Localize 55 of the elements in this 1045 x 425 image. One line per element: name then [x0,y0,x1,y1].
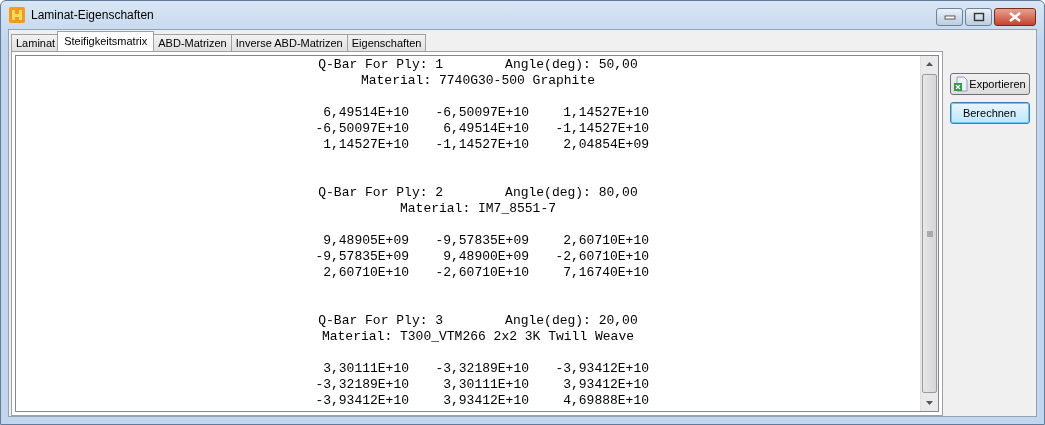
material-label: Material: 7740G30-500 Graphite [359,73,595,89]
material-label: Material: IM7_8551-7 [399,201,556,217]
scroll-up-icon[interactable] [926,62,933,66]
matrix-value: 3,93412E+10 [563,377,649,393]
tab[interactable]: Eigenschaften [346,34,427,51]
spreadsheet-icon [953,76,970,92]
matrix-value: -1,14527E+10 [555,121,649,137]
matrix-value: 9,48900E+09 [443,249,529,265]
matrix-value: -2,60710E+10 [435,265,529,281]
tab[interactable]: ABD-Matrizen [153,34,232,51]
tab[interactable]: Steifigkeitsmatrix [57,31,155,51]
matrix-value: 3,30111E+10 [443,377,529,393]
minimize-icon [943,14,956,20]
angle-label: Angle(deg): 50,00 [505,57,638,73]
matrix-value: 6,49514E+10 [323,105,409,121]
ply-heading: Q-Bar For Ply: 2 [318,185,444,201]
matrix-value: -2,60710E+10 [555,249,649,265]
app-icon [9,7,25,23]
maximize-icon [972,12,985,22]
matrix-value: 4,69888E+10 [563,393,649,409]
grip-icon [926,230,933,237]
matrix-value: 2,60710E+10 [323,265,409,281]
matrix-value: -3,93412E+10 [555,361,649,377]
angle-label: Angle(deg): 20,00 [505,313,638,329]
scrollbar[interactable] [920,56,938,411]
matrix-value: -6,50097E+10 [315,121,409,137]
matrix-value: -9,57835E+09 [435,233,529,249]
angle-label: Angle(deg): 80,00 [505,185,638,201]
matrix-value: -9,57835E+09 [315,249,409,265]
matrix-value: 3,30111E+10 [323,361,409,377]
window-title: Laminat-Eigenschaften [31,8,154,22]
ply-heading: Q-Bar For Ply: 1 [318,57,444,73]
matrix-value: 9,48905E+09 [323,233,409,249]
matrix-value: 3,93412E+10 [443,393,529,409]
matrix-value: -6,50097E+10 [435,105,529,121]
close-button[interactable] [994,8,1036,26]
close-icon [1008,12,1022,22]
maximize-button[interactable] [965,8,992,26]
export-button[interactable]: Exportieren [949,73,1030,95]
scroll-thumb[interactable] [922,74,937,393]
matrix-value: -3,93412E+10 [315,393,409,409]
matrix-value: 2,04854E+09 [563,137,649,153]
matrix-value: -3,32189E+10 [435,361,529,377]
matrix-value: -3,32189E+10 [315,377,409,393]
matrix-value: 1,14527E+10 [323,137,409,153]
ply-heading: Q-Bar For Ply: 3 [318,313,444,329]
matrix-value: 7,16740E+10 [563,265,649,281]
tab[interactable]: Inverse ABD-Matrizen [230,34,348,51]
scroll-down-icon[interactable] [926,401,933,405]
matrix-value: -1,14527E+10 [435,137,529,153]
action-button[interactable]: Berechnen [949,102,1030,124]
material-label: Material: T300_VTM266 2x2 3K Twill Weave [320,329,635,345]
matrix-value: 6,49514E+10 [443,121,529,137]
matrix-value: 2,60710E+10 [563,233,649,249]
matrix-value: 1,14527E+10 [563,105,649,121]
